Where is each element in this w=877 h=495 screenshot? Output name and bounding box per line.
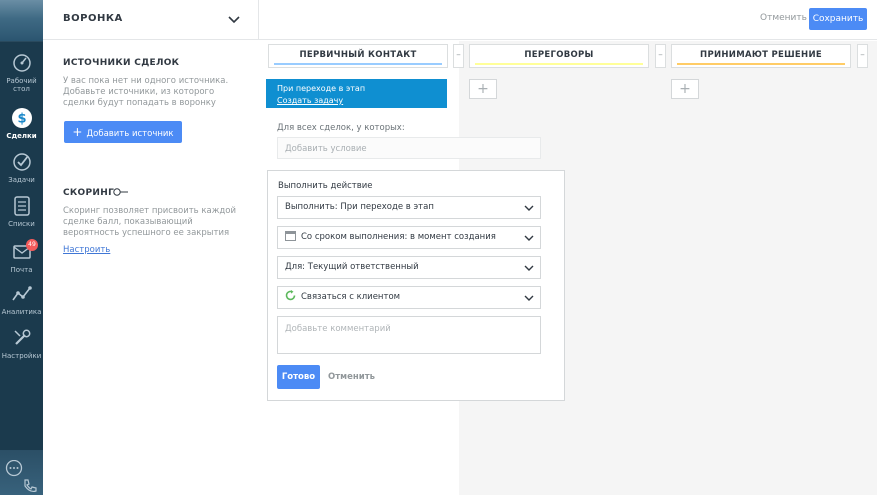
nav-logo-area bbox=[0, 0, 43, 42]
remove-stage-button[interactable]: – bbox=[655, 44, 666, 68]
trigger-card[interactable]: При переходе в этап Создать задачу bbox=[266, 79, 447, 108]
deadline-select[interactable]: Со сроком выполнения: в момент создания bbox=[277, 226, 541, 249]
sources-title: ИСТОЧНИКИ СДЕЛОК bbox=[63, 58, 180, 68]
mail-badge: 49 bbox=[26, 239, 38, 251]
nav-label: Настройки bbox=[1, 352, 42, 360]
tasks-icon bbox=[12, 153, 31, 171]
add-source-label: Добавить источник bbox=[86, 129, 174, 139]
nav-bottom-area bbox=[0, 450, 43, 495]
execute-select[interactable]: Выполнить: При переходе в этап bbox=[277, 196, 541, 219]
scoring-toggle[interactable] bbox=[113, 188, 129, 196]
dashboard-icon bbox=[12, 54, 31, 72]
select-value: Связаться с клиентом bbox=[301, 292, 401, 302]
funnel-settings: ИСТОЧНИКИ СДЕЛОК У вас пока нет ни одног… bbox=[43, 41, 259, 495]
phone-icon[interactable] bbox=[22, 478, 38, 494]
trigger-title: При переходе в этап bbox=[277, 84, 366, 93]
nav-item-settings[interactable]: Настройки bbox=[0, 327, 43, 360]
scoring-configure-link[interactable]: Настроить bbox=[63, 245, 110, 255]
left-nav: Рабочий стол $ Сделки Задачи Списки 49 П… bbox=[0, 0, 43, 495]
nav-label: Рабочий стол bbox=[6, 77, 37, 93]
nav-item-tasks[interactable]: Задачи bbox=[0, 151, 43, 184]
nav-item-dashboard[interactable]: Рабочий стол bbox=[0, 52, 43, 93]
chevron-down-icon bbox=[524, 295, 534, 301]
scoring-title: СКОРИНГ bbox=[63, 188, 115, 198]
chevron-down-icon[interactable] bbox=[227, 12, 241, 26]
scoring-description: Скоринг позволяет присвоить каждой сделк… bbox=[63, 206, 236, 238]
nav-label: Списки bbox=[8, 220, 35, 228]
nav-label: Задачи bbox=[8, 176, 35, 184]
calendar-icon bbox=[285, 231, 296, 241]
stage-header[interactable]: ПРИНИМАЮТ РЕШЕНИЕ bbox=[671, 44, 851, 68]
funnel-title[interactable]: ВОРОНКА bbox=[63, 13, 123, 24]
remove-stage-button[interactable]: – bbox=[453, 44, 464, 68]
select-value: Со сроком выполнения: в момент создания bbox=[301, 232, 496, 242]
settings-icon bbox=[13, 329, 30, 345]
remove-stage-button[interactable]: – bbox=[857, 44, 868, 68]
stage-header[interactable]: ПЕРЕГОВОРЫ bbox=[469, 44, 649, 68]
pipeline-board: ПЕРВИЧНЫЙ КОНТАКТ – ПЕРЕГОВОРЫ – + ПРИНИ… bbox=[259, 41, 877, 495]
condition-label: Для всех сделок, у которых: bbox=[277, 123, 405, 133]
add-trigger-button[interactable]: + bbox=[469, 79, 497, 99]
stage-color-line bbox=[475, 63, 643, 65]
nav-item-analytics[interactable]: Аналитика bbox=[0, 283, 43, 316]
responsible-select[interactable]: Для: Текущий ответственный bbox=[277, 256, 541, 279]
nav-item-deals[interactable]: $ Сделки bbox=[0, 107, 43, 140]
analytics-icon bbox=[11, 286, 32, 301]
create-task-link[interactable]: Создать задачу bbox=[277, 95, 447, 107]
select-value: Выполнить: При переходе в этап bbox=[285, 202, 434, 212]
cancel-button[interactable]: Отменить bbox=[760, 13, 807, 23]
stage-header[interactable]: ПЕРВИЧНЫЙ КОНТАКТ bbox=[268, 44, 448, 68]
nav-label: Аналитика bbox=[1, 308, 42, 316]
deals-icon: $ bbox=[11, 108, 32, 128]
cancel-button[interactable]: Отменить bbox=[328, 372, 375, 382]
divider bbox=[258, 0, 259, 40]
add-condition-input[interactable]: Добавить условие bbox=[277, 137, 541, 159]
add-source-button[interactable]: + Добавить источник bbox=[64, 121, 182, 143]
top-bar: ВОРОНКА Отменить Сохранить bbox=[43, 0, 877, 40]
done-button[interactable]: Готово bbox=[277, 365, 320, 389]
chevron-down-icon bbox=[524, 235, 534, 241]
action-panel: Выполнить действие Выполнить: При перехо… bbox=[267, 170, 565, 401]
plus-icon: + bbox=[72, 125, 83, 139]
stage-name: ПЕРЕГОВОРЫ bbox=[524, 50, 594, 60]
chat-icon[interactable] bbox=[4, 460, 24, 478]
chevron-down-icon bbox=[524, 265, 534, 271]
chevron-down-icon bbox=[524, 205, 534, 211]
save-button[interactable]: Сохранить bbox=[809, 8, 867, 30]
comment-textarea[interactable]: Добавьте комментарий bbox=[277, 316, 541, 354]
task-type-select[interactable]: Связаться с клиентом bbox=[277, 286, 541, 309]
sources-description: У вас пока нет ни одного источника. Доба… bbox=[63, 76, 229, 108]
refresh-icon bbox=[285, 290, 296, 301]
select-value: Для: Текущий ответственный bbox=[285, 262, 419, 272]
stage-name: ПЕРВИЧНЫЙ КОНТАКТ bbox=[299, 50, 417, 60]
svg-text:$: $ bbox=[17, 112, 26, 127]
panel-title: Выполнить действие bbox=[278, 181, 373, 191]
stage-name: ПРИНИМАЮТ РЕШЕНИЕ bbox=[700, 50, 822, 60]
nav-item-mail[interactable]: 49 Почта bbox=[0, 239, 43, 274]
add-trigger-button[interactable]: + bbox=[671, 79, 699, 99]
nav-label: Сделки bbox=[6, 132, 37, 140]
stage-color-line bbox=[677, 63, 845, 65]
nav-item-lists[interactable]: Списки bbox=[0, 195, 43, 228]
nav-label: Почта bbox=[10, 266, 33, 274]
lists-icon bbox=[13, 196, 30, 216]
stage-color-line bbox=[274, 63, 442, 65]
